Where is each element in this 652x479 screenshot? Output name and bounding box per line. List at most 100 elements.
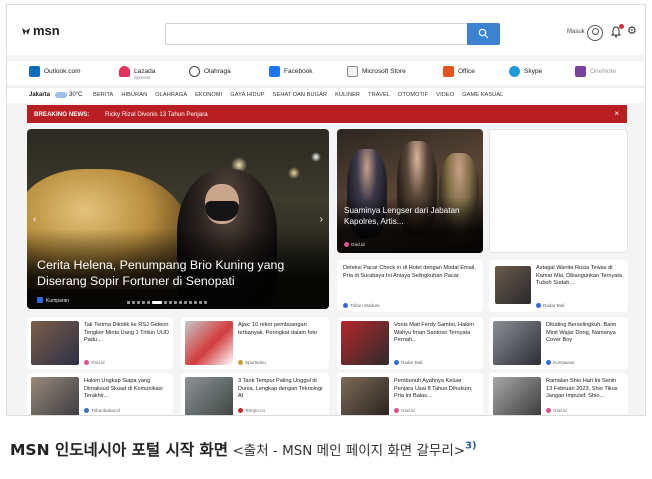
quicklink-onenote[interactable]: OneNote <box>575 65 616 81</box>
search-button[interactable] <box>467 23 500 45</box>
news-thumbnail[interactable] <box>493 377 541 415</box>
source-icon <box>536 303 541 308</box>
nav-item[interactable]: OLAHRAGA <box>155 92 187 98</box>
carousel-dot[interactable] <box>184 301 187 304</box>
news-card[interactable]: Pembunuh Ayahnya Keluar Penjara Usai 8 T… <box>337 373 483 415</box>
msn-logo[interactable]: msn <box>21 23 60 38</box>
nav-item[interactable]: OTOMOTIF <box>398 92 428 98</box>
chevron-left-icon[interactable]: ‹ <box>33 214 36 225</box>
carousel-dot[interactable] <box>169 301 172 304</box>
news-thumbnail[interactable] <box>185 321 233 365</box>
news-thumbnail[interactable] <box>495 266 531 304</box>
news-thumbnail[interactable] <box>31 321 79 365</box>
grid-icon <box>344 242 349 247</box>
caption-footnote: 3) <box>465 440 477 452</box>
logo-text: msn <box>33 23 60 38</box>
feature-source-name: Grid.id <box>351 242 365 247</box>
chevron-right-icon[interactable]: › <box>320 214 323 225</box>
news-title[interactable]: Ajax: 10 rekor pembuangan terbanyak. Per… <box>238 322 325 337</box>
signin-link[interactable]: Masuk <box>567 29 585 35</box>
news-card[interactable]: Tak Terima Dikritik ke RSJ Gideon Tengke… <box>27 317 173 369</box>
quicklink-lazada[interactable]: Lazada Sponsor <box>119 65 155 81</box>
news-card[interactable]: Ajax: 10 rekor pembuangan terbanyak. Per… <box>181 317 329 369</box>
source-icon <box>238 360 243 365</box>
carousel-dot-active[interactable] <box>152 301 162 304</box>
carousel-dot[interactable] <box>132 301 135 304</box>
quicklink-label: Skype <box>524 68 543 75</box>
gear-icon[interactable]: ⚙ <box>627 26 637 37</box>
carousel-dot[interactable] <box>179 301 182 304</box>
carousel-dot[interactable] <box>137 301 140 304</box>
news-card[interactable]: 3 Tank Tempur Paling Unggul di Dunia, Le… <box>181 373 329 415</box>
news-title[interactable]: 3 Tank Tempur Paling Unggul di Dunia, Le… <box>238 378 325 401</box>
news-source-name: Radar Bali <box>401 360 423 365</box>
msn-screenshot: msn Masuk ⚙ Outlook.com Lazada Sponsor O… <box>6 4 646 416</box>
quicklink-outlook[interactable]: Outlook.com <box>29 65 81 81</box>
carousel-dot[interactable] <box>127 301 130 304</box>
feature-title[interactable]: Suaminya Lengser dari Jabatan Kapolres, … <box>344 205 479 227</box>
carousel-dot[interactable] <box>174 301 177 304</box>
nav-item[interactable]: HIBURAN <box>121 92 147 98</box>
news-card[interactable]: Vonis Mati Ferdy Sambo, Hakim Wahyu Iman… <box>337 317 483 369</box>
hero-title[interactable]: Cerita Helena, Penumpang Brio Kuning yan… <box>37 257 322 289</box>
source-icon <box>84 360 89 365</box>
news-thumbnail[interactable] <box>341 377 389 415</box>
close-icon[interactable]: × <box>614 109 619 118</box>
news-card[interactable]: Ramalan Shio Hari Ini Senin 13 Februari … <box>489 373 628 415</box>
nav-item[interactable]: BERITA <box>93 92 113 98</box>
source-icon <box>394 360 399 365</box>
quicklink-olahraga[interactable]: Olahraga <box>189 65 231 81</box>
nav-item[interactable]: TRAVEL <box>368 92 390 98</box>
news-thumbnail[interactable] <box>31 377 79 415</box>
nav-item[interactable]: GAYA HIDUP <box>230 92 264 98</box>
news-card[interactable]: Hakim Ungkap Siapa yang Dimaksud Skuad d… <box>27 373 173 415</box>
news-source-name: Kumparan <box>553 360 575 365</box>
breaking-news-bar[interactable]: BREAKING NEWS: Ricky Rizal Divonis 13 Ta… <box>27 105 627 123</box>
breaking-text[interactable]: Ricky Rizal Divonis 13 Tahun Penjara <box>105 111 208 118</box>
nav-item[interactable]: VIDEO <box>436 92 454 98</box>
carousel-dots[interactable] <box>127 301 207 304</box>
nav-item[interactable]: KULINER <box>335 92 360 98</box>
search-input[interactable] <box>165 23 499 45</box>
news-title[interactable]: Dituding Berselingkuh, Baim Minit Wajar … <box>546 322 624 345</box>
news-title[interactable]: Deteksi Pacar Check in di Hotel dengan M… <box>343 265 479 280</box>
news-source: Radar Bali <box>536 303 564 308</box>
carousel-dot[interactable] <box>204 301 207 304</box>
news-title[interactable]: Tak Terima Dikritik ke RSJ Gideon Tengke… <box>84 322 169 345</box>
quicklink-store[interactable]: Microsoft Store <box>347 65 406 81</box>
hero-carousel[interactable]: ‹ › Cerita Helena, Penumpang Brio Kuning… <box>27 129 329 309</box>
avatar-icon[interactable] <box>587 25 603 41</box>
weather-city[interactable]: Jakarta <box>29 92 50 98</box>
nav-item[interactable]: EKONOMI <box>195 92 222 98</box>
weather-temp[interactable]: 30°C <box>69 92 82 98</box>
news-source-name: Sportsdeu <box>245 360 266 365</box>
news-thumbnail[interactable] <box>493 321 541 365</box>
news-card[interactable]: Astagal Wanita Rusia Tewas di Kamar Mia,… <box>489 260 628 312</box>
news-card[interactable]: Deteksi Pacar Check in di Hotel dengan M… <box>337 260 483 312</box>
news-source-name: Grid.id <box>401 408 415 413</box>
news-title[interactable]: Vonis Mati Ferdy Sambo, Hakim Wahyu Iman… <box>394 322 479 345</box>
quicklink-office[interactable]: Office <box>443 65 475 81</box>
feature-card[interactable]: Suaminya Lengser dari Jabatan Kapolres, … <box>337 129 483 253</box>
carousel-dot[interactable] <box>189 301 192 304</box>
carousel-dot[interactable] <box>147 301 150 304</box>
carousel-dot[interactable] <box>142 301 145 304</box>
news-thumbnail[interactable] <box>341 321 389 365</box>
source-icon <box>394 408 399 413</box>
news-title[interactable]: Astagal Wanita Rusia Tewas di Kamar Mia,… <box>536 265 624 288</box>
quicklink-facebook[interactable]: Facebook <box>269 65 313 81</box>
carousel-dot[interactable] <box>164 301 167 304</box>
news-card[interactable]: Dituding Berselingkuh, Baim Minit Wajar … <box>489 317 628 369</box>
nav-item[interactable]: SEHAT DAN BUGAR <box>273 92 327 98</box>
office-icon <box>443 66 454 77</box>
carousel-dot[interactable] <box>199 301 202 304</box>
news-title[interactable]: Pembunuh Ayahnya Keluar Penjara Usai 8 T… <box>394 378 479 401</box>
news-thumbnail[interactable] <box>185 377 233 415</box>
carousel-dot[interactable] <box>194 301 197 304</box>
nav-item[interactable]: GAME KASUAL <box>462 92 503 98</box>
quicklink-skype[interactable]: Skype <box>509 65 542 81</box>
news-title[interactable]: Hakim Ungkap Siapa yang Dimaksud Skuad d… <box>84 378 169 401</box>
hero-source-name: Kumparan <box>46 298 70 304</box>
ad-slot[interactable] <box>489 129 628 253</box>
news-title[interactable]: Ramalan Shio Hari Ini Senin 13 Februari … <box>546 378 624 401</box>
